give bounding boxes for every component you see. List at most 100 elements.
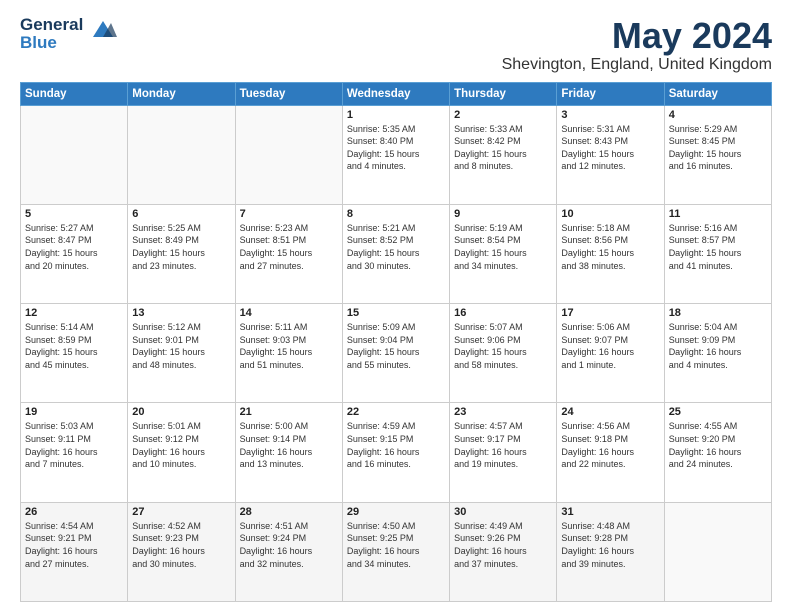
day-cell: 7 Sunrise: 5:23 AM Sunset: 8:51 PM Daylig… (235, 204, 342, 303)
day-number: 21 (240, 406, 338, 418)
day-info: Sunrise: 5:27 AM Sunset: 8:47 PM Dayligh… (25, 222, 123, 272)
day-cell: 17 Sunrise: 5:06 AM Sunset: 9:07 PM Dayli… (557, 304, 664, 403)
logo: General Blue (20, 16, 117, 52)
day-info: Sunrise: 5:01 AM Sunset: 9:12 PM Dayligh… (132, 420, 230, 470)
day-number: 24 (561, 406, 659, 418)
day-info: Sunrise: 5:23 AM Sunset: 8:51 PM Dayligh… (240, 222, 338, 272)
day-info: Sunrise: 5:35 AM Sunset: 8:40 PM Dayligh… (347, 123, 445, 173)
day-cell: 25 Sunrise: 4:55 AM Sunset: 9:20 PM Dayli… (664, 403, 771, 502)
day-info: Sunrise: 5:25 AM Sunset: 8:49 PM Dayligh… (132, 222, 230, 272)
weekday-wednesday: Wednesday (342, 82, 449, 105)
day-cell: 11 Sunrise: 5:16 AM Sunset: 8:57 PM Dayli… (664, 204, 771, 303)
day-number: 17 (561, 307, 659, 319)
day-cell: 22 Sunrise: 4:59 AM Sunset: 9:15 PM Dayli… (342, 403, 449, 502)
day-number: 22 (347, 406, 445, 418)
day-info: Sunrise: 4:52 AM Sunset: 9:23 PM Dayligh… (132, 520, 230, 570)
day-cell (235, 105, 342, 204)
day-cell: 27 Sunrise: 4:52 AM Sunset: 9:23 PM Dayli… (128, 502, 235, 601)
week-row-2: 5Sunrise: 5:27 AM Sunset: 8:47 PM Daylig… (21, 204, 772, 303)
day-number: 14 (240, 307, 338, 319)
day-info: Sunrise: 5:07 AM Sunset: 9:06 PM Dayligh… (454, 321, 552, 371)
day-cell: 24 Sunrise: 4:56 AM Sunset: 9:18 PM Dayli… (557, 403, 664, 502)
week-row-4: 19 Sunrise: 5:03 AM Sunset: 9:11 PM Dayli… (21, 403, 772, 502)
day-info: Sunrise: 5:16 AM Sunset: 8:57 PM Dayligh… (669, 222, 767, 272)
day-info: Sunrise: 5:21 AM Sunset: 8:52 PM Dayligh… (347, 222, 445, 272)
day-cell: 20 Sunrise: 5:01 AM Sunset: 9:12 PM Dayli… (128, 403, 235, 502)
day-number: 13 (132, 307, 230, 319)
day-number: 12 (25, 307, 123, 319)
day-number: 10 (561, 208, 659, 220)
month-title: May 2024 (502, 16, 772, 56)
day-number: 2 (454, 109, 552, 121)
weekday-thursday: Thursday (450, 82, 557, 105)
day-number: 3 (561, 109, 659, 121)
weekday-monday: Monday (128, 82, 235, 105)
day-number: 9 (454, 208, 552, 220)
calendar-table: SundayMondayTuesdayWednesdayThursdayFrid… (20, 82, 772, 602)
location-title: Shevington, England, United Kingdom (502, 56, 772, 74)
day-number: 29 (347, 506, 445, 518)
day-number: 30 (454, 506, 552, 518)
day-number: 15 (347, 307, 445, 319)
day-number: 6 (132, 208, 230, 220)
day-cell (128, 105, 235, 204)
week-row-3: 12 Sunrise: 5:14 AM Sunset: 8:59 PM Dayli… (21, 304, 772, 403)
weekday-sunday: Sunday (21, 82, 128, 105)
day-number: 31 (561, 506, 659, 518)
day-info: Sunrise: 4:51 AM Sunset: 9:24 PM Dayligh… (240, 520, 338, 570)
day-number: 23 (454, 406, 552, 418)
day-info: Sunrise: 5:04 AM Sunset: 9:09 PM Dayligh… (669, 321, 767, 371)
day-number: 27 (132, 506, 230, 518)
day-cell: 13 Sunrise: 5:12 AM Sunset: 9:01 PM Dayli… (128, 304, 235, 403)
day-cell: 16Sunrise: 5:07 AM Sunset: 9:06 PM Dayli… (450, 304, 557, 403)
header: General Blue May 2024 Shevington, Englan… (20, 16, 772, 74)
day-info: Sunrise: 5:11 AM Sunset: 9:03 PM Dayligh… (240, 321, 338, 371)
day-cell: 5Sunrise: 5:27 AM Sunset: 8:47 PM Daylig… (21, 204, 128, 303)
day-number: 26 (25, 506, 123, 518)
weekday-saturday: Saturday (664, 82, 771, 105)
page: General Blue May 2024 Shevington, Englan… (0, 0, 792, 612)
day-cell: 28Sunrise: 4:51 AM Sunset: 9:24 PM Dayli… (235, 502, 342, 601)
day-info: Sunrise: 5:33 AM Sunset: 8:42 PM Dayligh… (454, 123, 552, 173)
day-info: Sunrise: 4:48 AM Sunset: 9:28 PM Dayligh… (561, 520, 659, 570)
day-cell: 2 Sunrise: 5:33 AM Sunset: 8:42 PM Daylig… (450, 105, 557, 204)
week-row-5: 26 Sunrise: 4:54 AM Sunset: 9:21 PM Dayli… (21, 502, 772, 601)
day-cell: 9 Sunrise: 5:19 AM Sunset: 8:54 PM Daylig… (450, 204, 557, 303)
title-area: May 2024 Shevington, England, United Kin… (502, 16, 772, 74)
day-info: Sunrise: 5:29 AM Sunset: 8:45 PM Dayligh… (669, 123, 767, 173)
day-info: Sunrise: 4:59 AM Sunset: 9:15 PM Dayligh… (347, 420, 445, 470)
day-cell: 19 Sunrise: 5:03 AM Sunset: 9:11 PM Dayli… (21, 403, 128, 502)
day-info: Sunrise: 4:57 AM Sunset: 9:17 PM Dayligh… (454, 420, 552, 470)
day-number: 11 (669, 208, 767, 220)
weekday-friday: Friday (557, 82, 664, 105)
day-cell: 14 Sunrise: 5:11 AM Sunset: 9:03 PM Dayli… (235, 304, 342, 403)
logo-blue: Blue (20, 34, 83, 52)
day-number: 25 (669, 406, 767, 418)
day-info: Sunrise: 4:50 AM Sunset: 9:25 PM Dayligh… (347, 520, 445, 570)
day-cell: 30 Sunrise: 4:49 AM Sunset: 9:26 PM Dayli… (450, 502, 557, 601)
day-number: 19 (25, 406, 123, 418)
day-info: Sunrise: 5:31 AM Sunset: 8:43 PM Dayligh… (561, 123, 659, 173)
week-row-1: 1Sunrise: 5:35 AM Sunset: 8:40 PM Daylig… (21, 105, 772, 204)
day-cell (21, 105, 128, 204)
day-info: Sunrise: 5:12 AM Sunset: 9:01 PM Dayligh… (132, 321, 230, 371)
day-info: Sunrise: 4:49 AM Sunset: 9:26 PM Dayligh… (454, 520, 552, 570)
day-info: Sunrise: 5:03 AM Sunset: 9:11 PM Dayligh… (25, 420, 123, 470)
weekday-tuesday: Tuesday (235, 82, 342, 105)
day-cell: 15Sunrise: 5:09 AM Sunset: 9:04 PM Dayli… (342, 304, 449, 403)
day-number: 4 (669, 109, 767, 121)
day-info: Sunrise: 5:06 AM Sunset: 9:07 PM Dayligh… (561, 321, 659, 371)
day-info: Sunrise: 5:14 AM Sunset: 8:59 PM Dayligh… (25, 321, 123, 371)
day-number: 7 (240, 208, 338, 220)
day-info: Sunrise: 4:56 AM Sunset: 9:18 PM Dayligh… (561, 420, 659, 470)
day-number: 20 (132, 406, 230, 418)
day-cell: 26 Sunrise: 4:54 AM Sunset: 9:21 PM Dayli… (21, 502, 128, 601)
day-info: Sunrise: 4:55 AM Sunset: 9:20 PM Dayligh… (669, 420, 767, 470)
logo-icon (89, 19, 117, 44)
day-number: 8 (347, 208, 445, 220)
weekday-header-row: SundayMondayTuesdayWednesdayThursdayFrid… (21, 82, 772, 105)
day-cell: 10Sunrise: 5:18 AM Sunset: 8:56 PM Dayli… (557, 204, 664, 303)
day-info: Sunrise: 5:19 AM Sunset: 8:54 PM Dayligh… (454, 222, 552, 272)
day-number: 18 (669, 307, 767, 319)
day-info: Sunrise: 4:54 AM Sunset: 9:21 PM Dayligh… (25, 520, 123, 570)
